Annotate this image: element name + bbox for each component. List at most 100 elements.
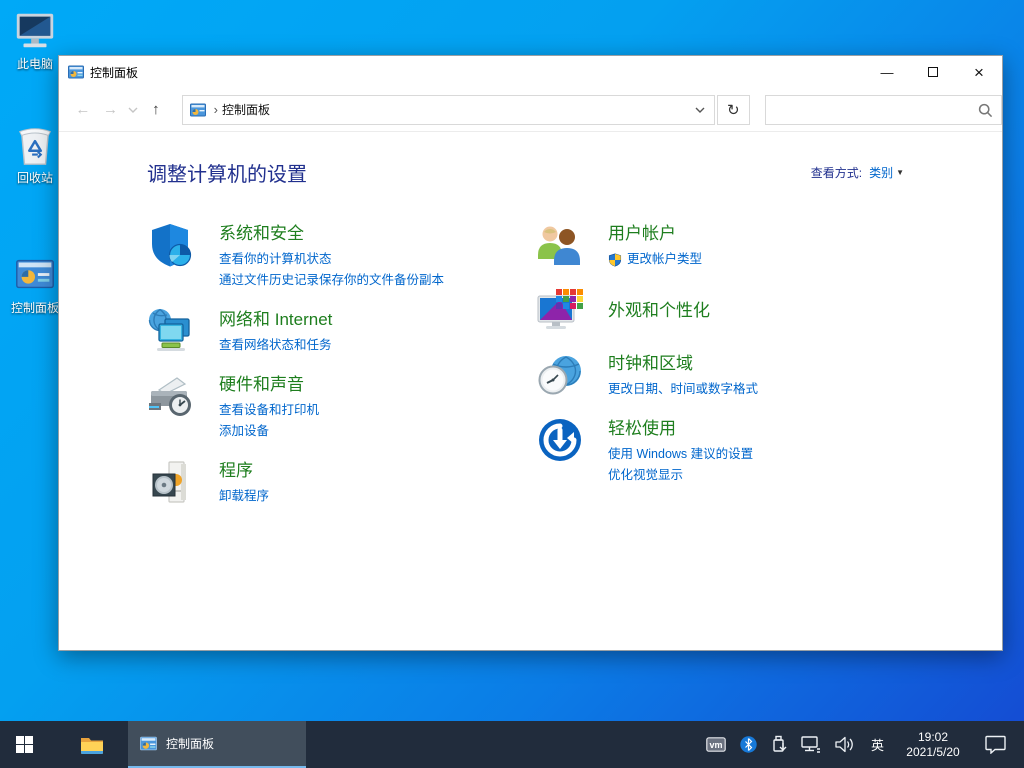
category-ease-of-access: 轻松使用 使用 Windows 建议的设置 优化视觉显示 <box>536 416 1002 486</box>
this-pc-icon <box>16 13 54 48</box>
user-accounts-icon[interactable] <box>536 221 584 269</box>
taskbar-task-control-panel[interactable]: 控制面板 <box>128 721 306 768</box>
navigation-bar: ← → ↑ › 控制面板 ↻ <box>59 88 1002 132</box>
tray-date: 2021/5/20 <box>906 744 960 759</box>
category-link[interactable]: 查看网络状态和任务 <box>219 335 332 356</box>
close-button[interactable]: × <box>956 56 1002 88</box>
breadcrumb-chevron: › <box>213 102 218 117</box>
minimize-button[interactable]: — <box>864 56 910 88</box>
breadcrumb-item[interactable]: 控制面板 <box>222 101 270 118</box>
category-link-label: 更改帐户类型 <box>627 252 703 266</box>
category-link[interactable]: 通过文件历史记录保存你的文件备份副本 <box>219 270 444 291</box>
category-link[interactable]: 查看设备和打印机 <box>219 400 319 421</box>
category-column-right: 用户帐户 更改帐户类型 外观和个性化 时钟和区域 更改日期、时间或数字格式 轻松… <box>536 221 1002 523</box>
ime-language-button[interactable]: 英 <box>862 721 893 768</box>
category-title[interactable]: 网络和 Internet <box>219 308 332 332</box>
category-link[interactable]: 添加设备 <box>219 421 319 442</box>
title-bar[interactable]: 控制面板 — × <box>59 56 1002 88</box>
category-network-internet: 网络和 Internet 查看网络状态和任务 <box>147 307 536 356</box>
category-link[interactable]: 查看你的计算机状态 <box>219 249 444 270</box>
bluetooth-icon <box>740 736 757 753</box>
main-content: 调整计算机的设置 查看方式: 类别 ▼ 系统和安全 查看你的计算机状态 通过文件… <box>59 132 1002 650</box>
address-bar[interactable]: › 控制面板 <box>181 94 715 125</box>
recycle-bin-icon <box>18 128 52 165</box>
control-panel-window: 控制面板 — × ← → ↑ › 控制面板 ↻ 调整计算机的设置 查看方式: 类… <box>58 55 1003 651</box>
category-link[interactable]: 优化视觉显示 <box>608 465 753 486</box>
category-user-accounts: 用户帐户 更改帐户类型 <box>536 221 1002 270</box>
category-title[interactable]: 用户帐户 <box>608 222 702 246</box>
file-explorer-icon <box>81 737 103 754</box>
usb-tray-button[interactable] <box>764 721 794 768</box>
category-title[interactable]: 程序 <box>219 459 269 483</box>
category-title[interactable]: 时钟和区域 <box>608 352 758 376</box>
view-by-control: 查看方式: 类别 ▼ <box>811 164 904 181</box>
category-title[interactable]: 硬件和声音 <box>219 373 319 397</box>
search-icon <box>978 103 993 117</box>
close-icon: × <box>974 62 984 82</box>
category-title[interactable]: 外观和个性化 <box>608 287 710 335</box>
taskbar: 控制面板 vm 英 19:02 2021/5/20 <box>0 721 1024 768</box>
bluetooth-tray-button[interactable] <box>733 721 764 768</box>
network-icon <box>801 736 820 753</box>
category-clock-region: 时钟和区域 更改日期、时间或数字格式 <box>536 351 1002 400</box>
back-button[interactable]: ← <box>69 101 97 118</box>
action-center-button[interactable] <box>973 721 1018 768</box>
windows-logo-icon <box>15 736 33 753</box>
control-panel-icon <box>16 259 54 289</box>
refresh-button[interactable]: ↻ <box>716 94 751 125</box>
chevron-down-icon <box>695 107 705 113</box>
address-dropdown-button[interactable] <box>686 96 714 124</box>
tray-time: 19:02 <box>917 729 949 744</box>
category-system-security: 系统和安全 查看你的计算机状态 通过文件历史记录保存你的文件备份副本 <box>147 221 536 291</box>
forward-button[interactable]: → <box>97 101 125 118</box>
usb-icon <box>773 735 787 752</box>
taskbar-task-label: 控制面板 <box>166 737 215 751</box>
category-appearance-personalization: 外观和个性化 <box>536 286 1002 335</box>
maximize-button[interactable] <box>910 56 956 88</box>
category-title[interactable]: 轻松使用 <box>608 417 753 441</box>
up-button[interactable]: ↑ <box>142 101 170 118</box>
ease-of-access-icon[interactable] <box>536 416 584 464</box>
volume-icon <box>835 736 853 753</box>
category-link[interactable]: 更改日期、时间或数字格式 <box>608 379 758 400</box>
up-icon: ↑ <box>152 101 160 118</box>
minimize-icon: — <box>880 64 894 80</box>
category-link[interactable]: 卸载程序 <box>219 486 269 507</box>
svg-text:vm: vm <box>709 740 722 750</box>
system-security-icon[interactable] <box>147 221 195 269</box>
maximize-icon <box>928 67 938 77</box>
search-input[interactable] <box>766 95 1001 124</box>
vmware-tray-button[interactable]: vm <box>699 721 733 768</box>
breadcrumb-control-panel-icon <box>189 103 206 116</box>
clock-region-icon[interactable] <box>536 351 584 399</box>
forward-icon: → <box>102 101 118 118</box>
view-by-label: 查看方式: <box>810 166 863 180</box>
page-title: 调整计算机的设置 <box>147 164 307 186</box>
action-center-icon <box>985 735 1006 754</box>
network-internet-icon[interactable] <box>147 307 195 355</box>
category-title[interactable]: 系统和安全 <box>219 222 444 246</box>
category-link[interactable]: 更改帐户类型 <box>608 249 702 270</box>
recent-locations-button[interactable] <box>124 107 142 113</box>
appearance-personalization-icon[interactable] <box>536 286 584 334</box>
category-column-left: 系统和安全 查看你的计算机状态 通过文件历史记录保存你的文件备份副本 网络和 I… <box>147 221 536 523</box>
taskbar-control-panel-icon <box>140 736 157 751</box>
refresh-icon: ↻ <box>727 101 740 119</box>
search-box[interactable] <box>765 94 1002 125</box>
taskbar-clock[interactable]: 19:02 2021/5/20 <box>893 730 973 760</box>
hardware-sound-icon[interactable] <box>147 372 195 420</box>
network-tray-button[interactable] <box>794 721 828 768</box>
file-explorer-button[interactable] <box>68 721 116 768</box>
view-by-caret-icon[interactable]: ▼ <box>896 168 904 177</box>
volume-tray-button[interactable] <box>828 721 862 768</box>
category-hardware-sound: 硬件和声音 查看设备和打印机 添加设备 <box>147 372 536 442</box>
programs-icon[interactable] <box>147 458 195 506</box>
category-link[interactable]: 使用 Windows 建议的设置 <box>608 444 753 465</box>
system-tray: vm 英 19:02 2021/5/20 <box>699 721 1024 768</box>
back-icon: ← <box>75 101 91 118</box>
start-button[interactable] <box>0 721 48 768</box>
category-programs: 程序 卸载程序 <box>147 458 536 507</box>
window-title: 控制面板 <box>90 65 139 80</box>
chevron-down-icon <box>128 107 138 113</box>
view-by-value[interactable]: 类别 <box>869 164 893 181</box>
